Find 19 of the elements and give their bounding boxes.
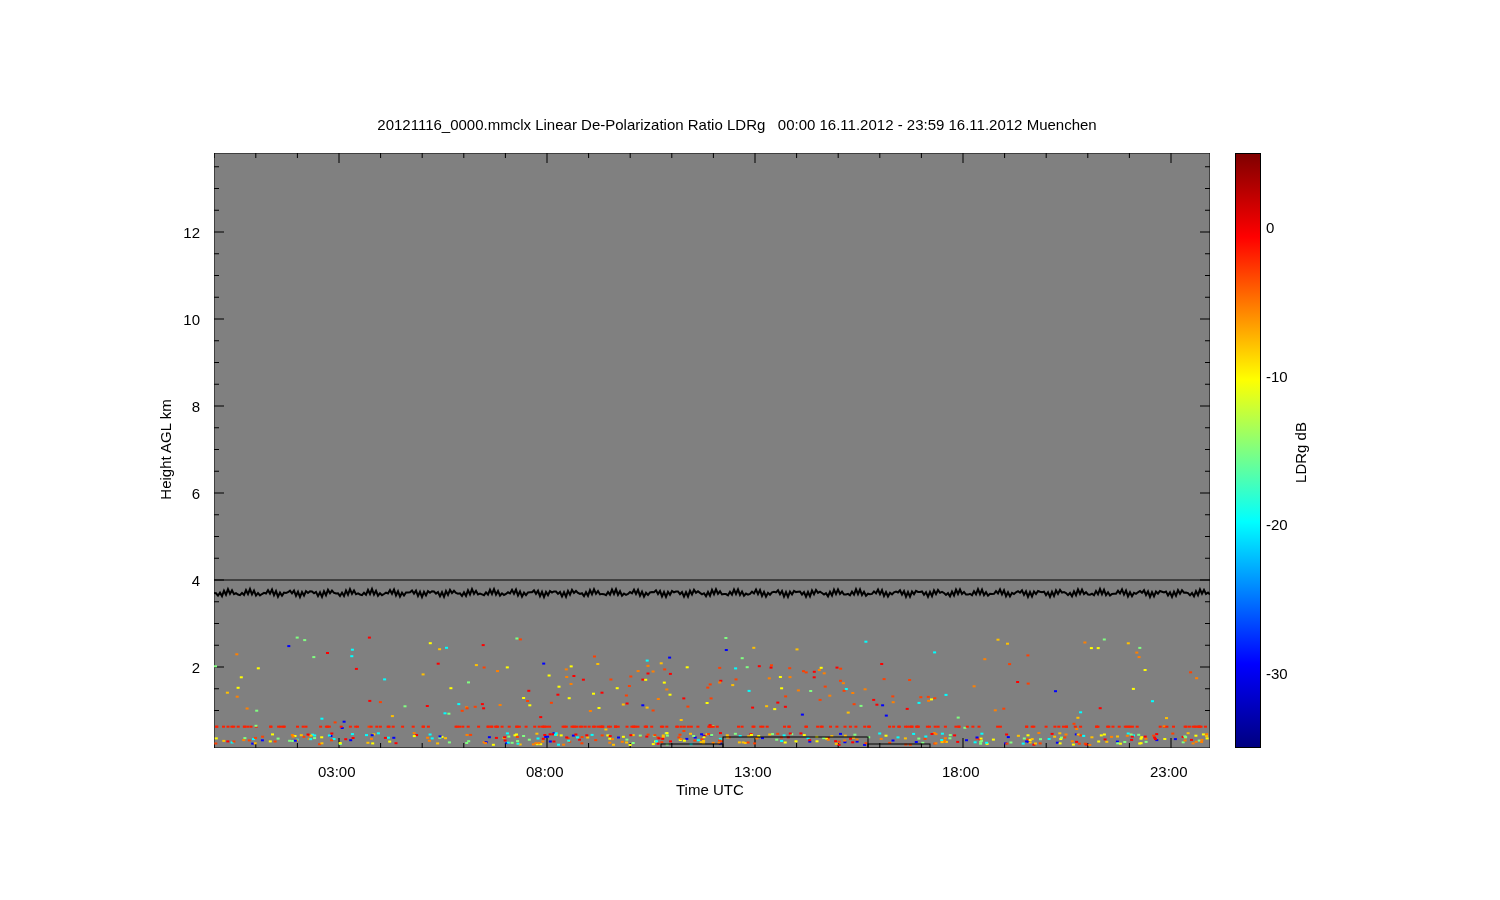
x-tick-label: 18:00 bbox=[942, 763, 980, 781]
y-tick-label: 10 bbox=[183, 311, 200, 329]
y-tick-label: 8 bbox=[191, 398, 200, 416]
x-tick-label: 03:00 bbox=[318, 763, 356, 781]
y-tick-label: 6 bbox=[191, 485, 200, 503]
colorbar-tick-label: 0 bbox=[1266, 219, 1275, 237]
x-tick-label: 13:00 bbox=[734, 763, 772, 781]
colorbar-tick-label: -10 bbox=[1266, 367, 1288, 386]
y-tick-label: 2 bbox=[191, 659, 200, 677]
colorbar-tick-label: -30 bbox=[1266, 664, 1288, 683]
chart-title: 20121116_0000.mmclx Linear De-Polarization Ratio LDRg 00:00 16.11.2012 - 23:59 16.11.2012 Muenchen bbox=[376, 116, 1098, 133]
x-tick-label: 08:00 bbox=[526, 763, 564, 781]
y-tick-label: 4 bbox=[191, 572, 200, 590]
x-axis-label: Time UTC bbox=[676, 781, 744, 799]
y-tick-label: 12 bbox=[183, 224, 200, 242]
y-axis-label: Height AGL km bbox=[156, 399, 174, 500]
colorbar-label: LDRg dB bbox=[1291, 422, 1309, 483]
colorbar-tick-label: -20 bbox=[1266, 516, 1288, 534]
x-tick-label: 23:00 bbox=[1150, 763, 1188, 781]
